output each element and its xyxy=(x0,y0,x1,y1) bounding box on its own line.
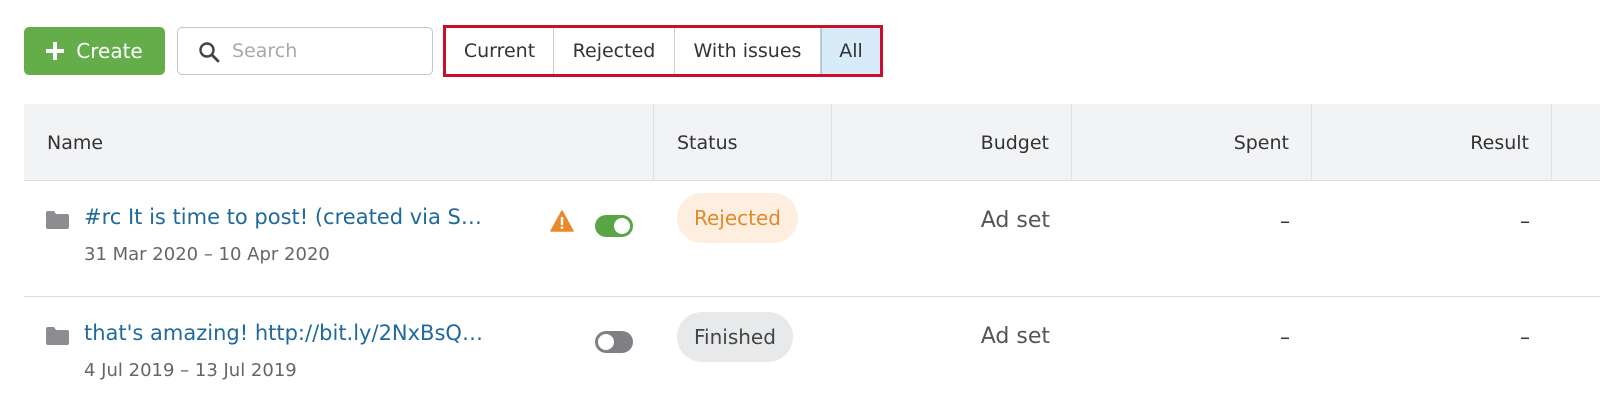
campaign-toggle[interactable] xyxy=(595,215,633,237)
budget-value: Ad set xyxy=(980,208,1050,233)
column-header-status[interactable]: Status xyxy=(654,104,832,181)
search-input[interactable] xyxy=(232,36,422,66)
status-badge: Rejected xyxy=(677,193,799,243)
tab-with-issues[interactable]: With issues xyxy=(675,28,821,74)
create-button-label: Create xyxy=(76,39,143,63)
tab-rejected[interactable]: Rejected xyxy=(554,28,675,74)
budget-value: Ad set xyxy=(980,324,1050,349)
warning-icon[interactable] xyxy=(550,210,574,232)
column-header-result[interactable]: Result xyxy=(1312,104,1552,181)
campaign-toggle[interactable] xyxy=(595,331,633,353)
campaign-date-range: 31 Mar 2020 – 10 Apr 2020 xyxy=(84,244,330,265)
table-header: Name Status Budget Spent Result xyxy=(24,104,1600,181)
campaign-name-link[interactable]: that's amazing! http://bit.ly/2NxBsQ… xyxy=(84,321,483,345)
campaign-date-range: 4 Jul 2019 – 13 Jul 2019 xyxy=(84,360,297,381)
status-filter-tabs: Current Rejected With issues All xyxy=(443,25,883,77)
column-header-name[interactable]: Name xyxy=(24,104,654,181)
tab-current[interactable]: Current xyxy=(446,28,554,74)
result-value: – xyxy=(1520,209,1530,233)
tab-all[interactable]: All xyxy=(821,28,880,74)
plus-icon xyxy=(46,42,65,60)
folder-icon xyxy=(46,211,69,229)
table-row[interactable]: #rc It is time to post! (created via S… … xyxy=(24,181,1600,297)
spent-value: – xyxy=(1280,209,1290,233)
toggle-knob xyxy=(614,218,630,234)
toggle-knob xyxy=(598,334,614,350)
status-badge: Finished xyxy=(677,312,793,362)
campaigns-table: Name Status Budget Spent Result #rc It i… xyxy=(24,104,1600,413)
column-header-budget[interactable]: Budget xyxy=(832,104,1072,181)
spent-value: – xyxy=(1280,325,1290,349)
result-value: – xyxy=(1520,325,1530,349)
folder-icon xyxy=(46,327,69,345)
search-box[interactable] xyxy=(177,27,433,75)
campaign-name-link[interactable]: #rc It is time to post! (created via S… xyxy=(84,205,482,229)
create-button[interactable]: Create xyxy=(24,27,165,75)
column-header-spent[interactable]: Spent xyxy=(1072,104,1312,181)
table-row[interactable]: that's amazing! http://bit.ly/2NxBsQ… 4 … xyxy=(24,297,1600,413)
search-icon xyxy=(199,42,220,63)
toolbar: Create Current Rejected With issues All xyxy=(24,25,924,77)
